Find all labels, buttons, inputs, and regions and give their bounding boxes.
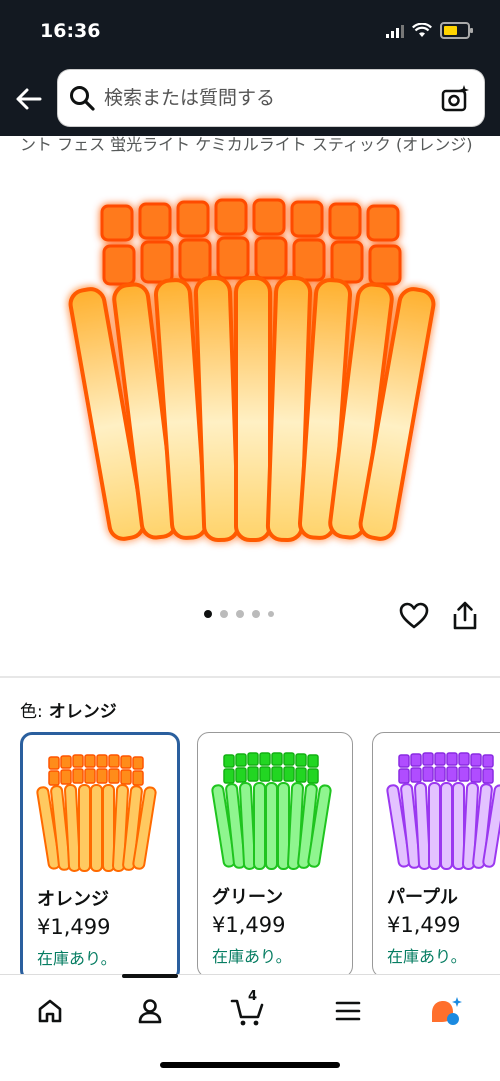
- color-option-name: パープル: [387, 887, 458, 908]
- battery-icon: [440, 22, 473, 39]
- camera-search-icon[interactable]: [440, 84, 470, 114]
- nav-home[interactable]: [30, 991, 70, 1031]
- signal-icon: [386, 24, 404, 38]
- wifi-icon: [412, 23, 432, 37]
- color-key: 色:: [20, 702, 43, 722]
- carousel-dot[interactable]: [204, 610, 212, 618]
- selected-color: オレンジ: [48, 702, 117, 722]
- share-icon[interactable]: [450, 600, 480, 632]
- orange-glowstick-thumbnail: [36, 754, 157, 873]
- back-arrow-icon[interactable]: [12, 82, 46, 116]
- search-input[interactable]: [104, 81, 434, 115]
- color-option-purple[interactable]: パープル ¥1,499 在庫あり。: [372, 732, 500, 978]
- carousel-dot[interactable]: [268, 611, 274, 617]
- color-option-price: ¥1,499: [37, 915, 111, 939]
- color-option-price: ¥1,499: [387, 913, 461, 937]
- search-icon: [70, 86, 95, 111]
- heart-icon[interactable]: [398, 600, 430, 632]
- app-header: 16:36: [0, 0, 500, 136]
- account-icon: [138, 999, 162, 1024]
- section-divider: [0, 676, 500, 678]
- home-icon: [38, 999, 62, 1023]
- nav-cart[interactable]: 4: [228, 989, 268, 1031]
- color-option-name: オレンジ: [37, 889, 109, 910]
- color-option-stock: 在庫あり。: [387, 947, 467, 966]
- image-carousel-dots[interactable]: [204, 610, 274, 618]
- color-label: 色: オレンジ: [20, 697, 117, 722]
- nav-rufus[interactable]: [426, 991, 466, 1031]
- nav-account[interactable]: [130, 991, 170, 1031]
- search-bar[interactable]: [58, 70, 484, 126]
- color-option-name: グリーン: [212, 887, 284, 908]
- product-image[interactable]: [60, 180, 440, 560]
- color-option-stock: 在庫あり。: [37, 949, 117, 968]
- nav-menu[interactable]: [328, 991, 368, 1031]
- rufus-assistant-icon: [432, 997, 462, 1025]
- color-option-green[interactable]: グリーン ¥1,499 在庫あり。: [197, 732, 353, 978]
- cart-count: 4: [248, 989, 258, 1004]
- carousel-dot[interactable]: [252, 610, 260, 618]
- purple-glowstick-thumbnail: [386, 752, 500, 871]
- color-option-stock: 在庫あり。: [212, 947, 292, 966]
- product-title: ント フェス 蛍光ライト ケミカルライト スティック (オレンジ): [20, 135, 473, 154]
- color-option-price: ¥1,499: [212, 913, 286, 937]
- status-time: 16:36: [40, 20, 101, 42]
- status-icons: [386, 22, 473, 39]
- home-indicator: [160, 1062, 340, 1068]
- carousel-dot[interactable]: [220, 610, 228, 618]
- menu-icon: [335, 1001, 361, 1021]
- color-option-orange[interactable]: オレンジ ¥1,499 在庫あり。: [20, 732, 180, 982]
- carousel-dot[interactable]: [236, 610, 244, 618]
- active-tab-indicator: [122, 974, 178, 978]
- green-glowstick-thumbnail: [211, 752, 332, 871]
